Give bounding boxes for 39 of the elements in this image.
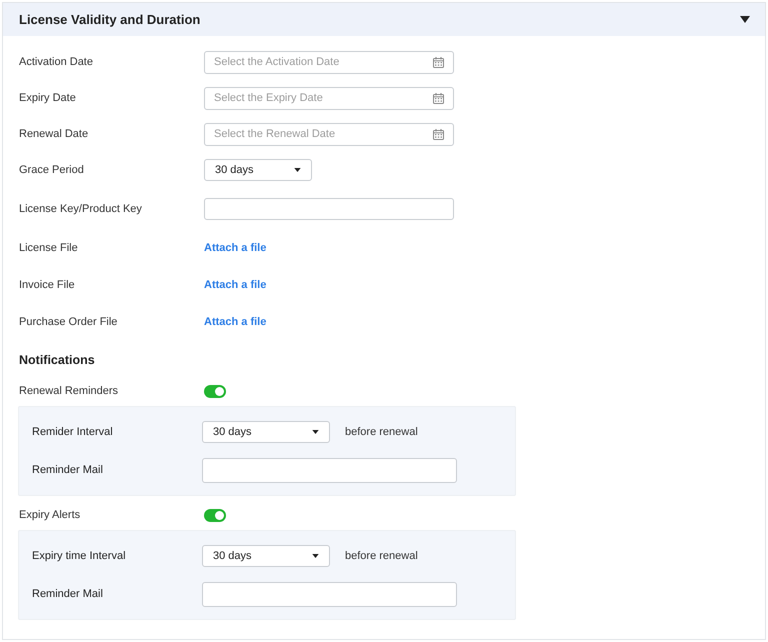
dropdown-select[interactable]: 30 days <box>202 421 330 443</box>
section-heading: Notifications <box>19 353 95 367</box>
dropdown-select[interactable]: 30 days <box>202 545 330 567</box>
field-suffix: before renewal <box>345 426 418 438</box>
attach-file-link[interactable]: Attach a file <box>204 316 266 328</box>
field-label: Expiry Date <box>19 92 76 104</box>
field-label: Purchase Order File <box>19 316 118 328</box>
calendar-icon <box>433 92 444 104</box>
calendar-icon <box>433 128 444 140</box>
field-label: Remider Interval <box>32 426 113 438</box>
attach-file-link[interactable]: Attach a file <box>204 278 266 290</box>
calendar-icon <box>433 56 444 68</box>
caret-icon[interactable] <box>740 16 750 23</box>
field-label: Invoice File <box>19 278 75 290</box>
toggle-label: Renewal Reminders <box>19 385 118 397</box>
field-label: Reminder Mail <box>32 464 103 476</box>
date-field[interactable]: Select the Activation Date <box>204 50 454 74</box>
text-input[interactable] <box>204 198 454 220</box>
field-label: Reminder Mail <box>32 588 103 600</box>
caret-icon <box>294 168 301 172</box>
dropdown-select[interactable]: 30 days <box>204 159 312 181</box>
email-input[interactable] <box>202 458 457 482</box>
field-label: Activation Date <box>19 56 93 68</box>
caret-icon <box>312 430 319 434</box>
field-suffix: before renewal <box>345 550 418 562</box>
field-label: Renewal Date <box>19 128 88 140</box>
email-input[interactable] <box>202 582 457 606</box>
field-label: Grace Period <box>19 164 84 176</box>
attach-file-link[interactable]: Attach a file <box>204 242 266 254</box>
date-field[interactable]: Select the Expiry Date <box>204 86 454 110</box>
toggle-switch[interactable] <box>204 384 226 398</box>
toggle-switch[interactable] <box>204 508 226 522</box>
field-label: Expiry time Interval <box>32 550 126 562</box>
field-label: License File <box>19 242 78 254</box>
section-title: License Validity and Duration <box>19 12 200 27</box>
caret-icon <box>312 554 319 558</box>
date-field[interactable]: Select the Renewal Date <box>204 122 454 146</box>
toggle-label: Expiry Alerts <box>19 509 80 521</box>
field-label: License Key/Product Key <box>19 202 142 214</box>
